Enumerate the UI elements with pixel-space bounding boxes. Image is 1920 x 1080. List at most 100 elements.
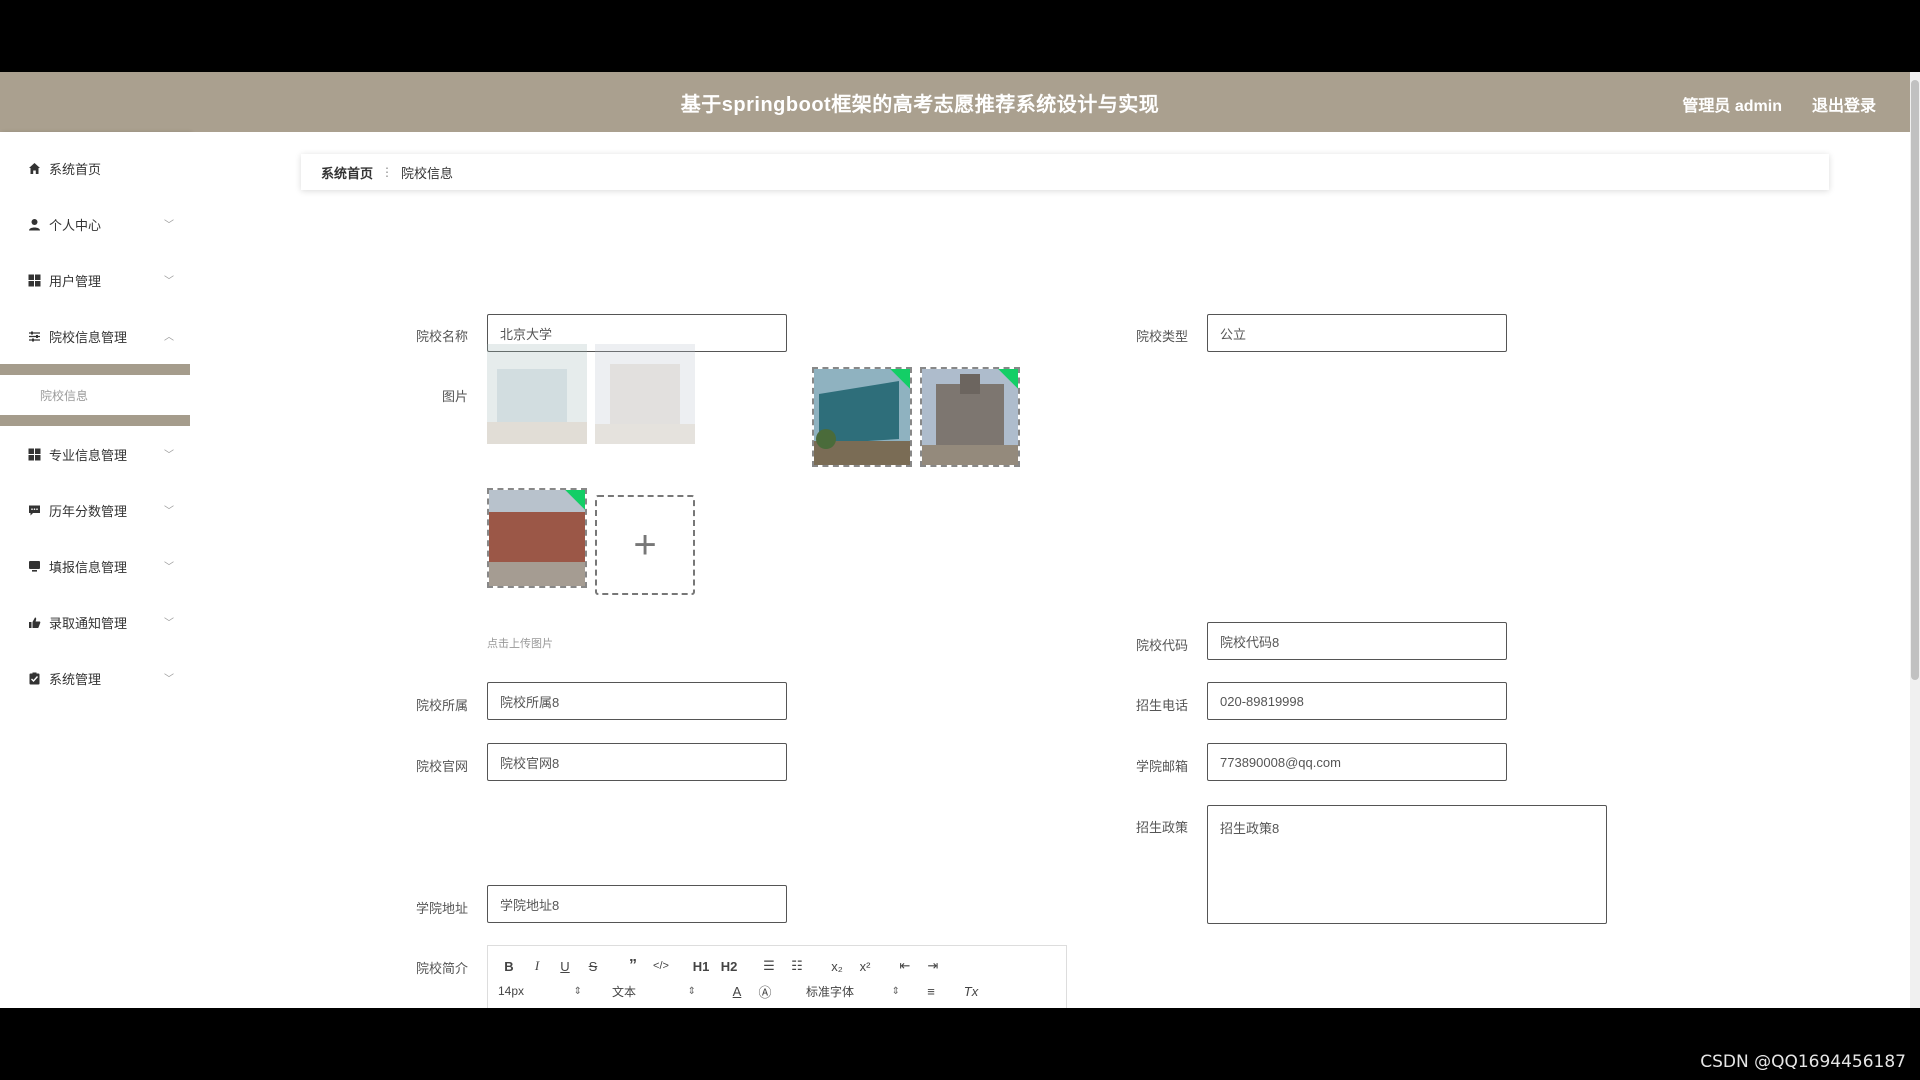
school-intro-label: 院校简介: [415, 961, 468, 976]
text-type-select[interactable]: 文本 ⇕: [612, 983, 696, 1000]
superscript-icon[interactable]: x²: [854, 956, 876, 976]
select-arrows-icon: ⇕: [573, 985, 582, 997]
school-type-label: 院校类型: [1135, 329, 1188, 344]
rich-text-editor: B I U S ” </> H1 H2 ☰ ☷ x₂ x² ⇤ ⇥ 14px ⇕: [487, 945, 1067, 1008]
italic-icon[interactable]: I: [526, 956, 548, 976]
ordered-list-icon[interactable]: ☰: [758, 956, 780, 976]
chevron-down-icon: ﹀: [164, 220, 174, 231]
school-image-thumb[interactable]: [595, 344, 695, 444]
select-arrows-icon: ⇕: [891, 985, 900, 997]
admin-username: 管理员 admin: [1682, 98, 1782, 115]
school-address-label: 学院地址: [415, 901, 468, 916]
sidebar-item-major-info-management[interactable]: 专业信息管理 ﹀: [0, 426, 190, 482]
school-image-thumb[interactable]: [487, 344, 587, 444]
admission-phone-label: 招生电话: [1135, 698, 1188, 713]
school-email-input[interactable]: 773890008@qq.com: [1207, 743, 1507, 781]
grid-icon: [27, 273, 41, 287]
watermark: CSDN @QQ1694456187: [1700, 1052, 1906, 1072]
editor-toolbar-row-1: B I U S ” </> H1 H2 ☰ ☷ x₂ x² ⇤ ⇥: [498, 956, 950, 976]
subscript-icon[interactable]: x₂: [826, 956, 848, 976]
heading-2-icon[interactable]: H2: [718, 956, 740, 976]
sidebar-item-label: 用户管理: [49, 273, 102, 289]
font-size-select[interactable]: 14px ⇕: [498, 984, 582, 998]
sidebar-item-label: 个人中心: [49, 217, 102, 233]
school-image-thumb[interactable]: [920, 367, 1020, 467]
code-icon[interactable]: </>: [650, 956, 672, 976]
outdent-icon[interactable]: ⇤: [894, 956, 916, 976]
bold-icon[interactable]: B: [498, 956, 520, 976]
sidebar-item-label: 填报信息管理: [49, 559, 128, 575]
chevron-down-icon: ﹀: [164, 618, 174, 629]
scrollbar-thumb[interactable]: [1911, 80, 1919, 680]
grid-icon: [27, 447, 41, 461]
logout-link[interactable]: 退出登录: [1812, 92, 1876, 116]
plus-icon: +: [633, 522, 657, 567]
sidebar-item-application-management[interactable]: 填报信息管理 ﹀: [0, 538, 190, 594]
school-website-label: 院校官网: [415, 759, 468, 774]
sidebar-item-admission-notice-management[interactable]: 录取通知管理 ﹀: [0, 594, 190, 650]
clipboard-icon: [27, 671, 41, 685]
strikethrough-icon[interactable]: S: [582, 956, 604, 976]
sidebar-item-system-management[interactable]: 系统管理 ﹀: [0, 650, 190, 706]
sidebar-item-score-history-management[interactable]: 历年分数管理 ﹀: [0, 482, 190, 538]
sidebar-item-user-management[interactable]: 用户管理 ﹀: [0, 252, 190, 308]
sidebar-item-school-info-management[interactable]: 院校信息管理 ︿: [0, 308, 190, 364]
top-header: 基于springboot框架的高考志愿推荐系统设计与实现 管理员 admin 退…: [0, 72, 1920, 132]
sidebar-item-label: 专业信息管理: [49, 447, 128, 463]
chevron-up-icon: ︿: [164, 332, 174, 343]
school-affiliation-label: 院校所属: [415, 698, 468, 713]
submenu-item-school-info[interactable]: 院校信息: [0, 364, 190, 426]
heading-1-icon[interactable]: H1: [690, 956, 712, 976]
submenu-school-info: 院校信息: [0, 364, 190, 426]
background-color-icon[interactable]: Ⓐ: [754, 981, 776, 1001]
clear-format-icon[interactable]: Tx: [960, 981, 982, 1001]
sidebar-item-home[interactable]: 系统首页: [0, 140, 190, 196]
school-type-input[interactable]: 公立: [1207, 314, 1507, 352]
school-code-input[interactable]: 院校代码8: [1207, 622, 1507, 660]
monitor-icon: [27, 559, 41, 573]
admission-policy-label: 招生政策: [1135, 820, 1188, 835]
underline-icon[interactable]: U: [554, 956, 576, 976]
font-color-icon[interactable]: A: [726, 981, 748, 1001]
editor-toolbar-row-2: 14px ⇕ 文本 ⇕ A Ⓐ 标准字体 ⇕ ≡ Tx: [498, 981, 988, 1001]
school-name-label: 院校名称: [415, 329, 468, 344]
font-family-select[interactable]: 标准字体 ⇕: [806, 983, 900, 1000]
video-letterbox-bottom: CSDN @QQ1694456187: [0, 1008, 1920, 1080]
chevron-down-icon: ﹀: [164, 276, 174, 287]
chevron-down-icon: ﹀: [164, 562, 174, 573]
school-image-thumb[interactable]: [487, 488, 587, 588]
sliders-icon: [27, 329, 41, 343]
sidebar-item-label: 历年分数管理: [49, 503, 128, 519]
home-icon: [27, 161, 41, 175]
quote-icon[interactable]: ”: [622, 956, 644, 976]
sidebar-item-personal-center[interactable]: 个人中心 ﹀: [0, 196, 190, 252]
font-family-value: 标准字体: [806, 984, 855, 999]
school-address-input[interactable]: 学院地址8: [487, 885, 787, 923]
school-website-input[interactable]: 院校官网8: [487, 743, 787, 781]
font-size-value: 14px: [498, 984, 525, 998]
indent-icon[interactable]: ⇥: [922, 956, 944, 976]
text-type-value: 文本: [612, 984, 637, 999]
message-icon: [27, 503, 41, 517]
sidebar-item-label: 系统管理: [49, 671, 102, 687]
user-icon: [27, 217, 41, 231]
sidebar: 系统首页 个人中心 ﹀ 用户管理 ﹀ 院校信息管理 ︿ 院校信息 专业信息管理 …: [0, 132, 190, 1008]
admission-phone-input[interactable]: 020-89819998: [1207, 682, 1507, 720]
video-letterbox-top: [0, 0, 1920, 72]
page-scrollbar[interactable]: [1910, 72, 1920, 1008]
admission-policy-textarea[interactable]: 招生政策8: [1207, 805, 1607, 924]
main-content: 系统首页 ⋮ 院校信息 院校名称 北京大学 院校类型 公立 图片 + 点击上传图…: [190, 132, 1910, 1008]
school-image-thumb[interactable]: [812, 367, 912, 467]
bullet-list-icon[interactable]: ☷: [786, 956, 808, 976]
breadcrumb-home[interactable]: 系统首页: [321, 163, 373, 182]
school-affiliation-input[interactable]: 院校所属8: [487, 682, 787, 720]
upload-image-button[interactable]: +: [595, 495, 695, 595]
align-icon[interactable]: ≡: [920, 981, 942, 1001]
school-email-label: 学院邮箱: [1135, 759, 1188, 774]
app-window: 基于springboot框架的高考志愿推荐系统设计与实现 管理员 admin 退…: [0, 72, 1920, 1008]
breadcrumb-separator-icon: ⋮: [381, 165, 394, 179]
breadcrumb-current: 院校信息: [401, 165, 454, 181]
breadcrumb: 系统首页 ⋮ 院校信息: [301, 154, 1829, 190]
chevron-down-icon: ﹀: [164, 506, 174, 517]
sidebar-item-label: 系统首页: [49, 161, 102, 177]
